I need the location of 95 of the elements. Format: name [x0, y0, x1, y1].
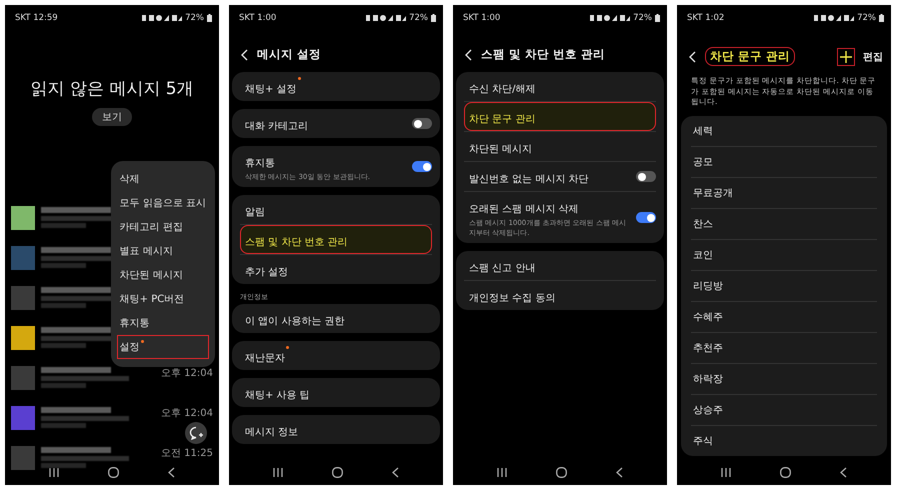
item-label: 스팸 및 차단 번호 관리: [245, 237, 348, 248]
settings-item[interactable]: 알림: [240, 195, 432, 224]
settings-item[interactable]: 추가 설정: [240, 255, 432, 284]
blocked-phrase[interactable]: 찬스: [691, 208, 877, 238]
item-label: 재난문자: [245, 353, 285, 364]
blocked-phrase[interactable]: 하락장: [691, 362, 877, 394]
blocked-phrase[interactable]: 수혜주: [691, 300, 877, 332]
toggle-switch[interactable]: [412, 161, 432, 172]
home-icon[interactable]: [556, 466, 567, 478]
item-label: 차단된 메시지: [469, 144, 532, 155]
item-label: 채팅+ 사용 팁: [245, 390, 310, 401]
item-label: 스팸 신고 안내: [469, 263, 536, 274]
menu-item[interactable]: 카테고리 편집: [116, 215, 209, 239]
menu-item[interactable]: 모두 읽음으로 표시: [116, 191, 209, 215]
settings-item[interactable]: 스팸 및 차단 번호 관리: [240, 225, 432, 254]
item-label: 개인정보 수집 동의: [469, 293, 556, 304]
carrier-time: SKT 1:02: [687, 13, 724, 23]
settings-item[interactable]: 채팅+ 설정: [240, 72, 432, 101]
edit-button[interactable]: 편집: [863, 50, 883, 64]
back-icon[interactable]: [840, 466, 847, 478]
menu-item[interactable]: 설정: [116, 335, 209, 359]
home-icon[interactable]: [780, 466, 791, 478]
menu-item[interactable]: 삭제: [116, 167, 209, 191]
menu-item[interactable]: 채팅+ PC버전: [116, 287, 209, 311]
settings-item[interactable]: 스팸 신고 안내: [464, 251, 656, 280]
settings-item[interactable]: 메시지 정보: [240, 415, 432, 444]
menu-item[interactable]: 별표 메시지: [116, 239, 209, 263]
blocked-phrase[interactable]: 상승주: [691, 394, 877, 424]
toggle-switch[interactable]: [636, 171, 656, 182]
conversation-time: 오후 12:04: [161, 407, 213, 420]
home-icon[interactable]: [332, 466, 343, 478]
compose-button[interactable]: [185, 422, 207, 444]
unread-headline: 읽지 않은 메시지 5개: [29, 78, 195, 100]
item-label: 차단 문구 관리: [469, 114, 536, 125]
toggle-switch[interactable]: [636, 212, 656, 223]
status-icons-drawing: [142, 14, 182, 22]
add-button[interactable]: [837, 48, 855, 66]
back-icon[interactable]: [616, 466, 623, 478]
settings-item[interactable]: 수신 차단/해제: [464, 72, 656, 101]
home-icon[interactable]: [108, 466, 119, 478]
settings-item[interactable]: 차단된 메시지: [464, 132, 656, 161]
item-label: 대화 카테고리: [245, 121, 308, 132]
carrier-time: SKT 1:00: [239, 13, 276, 23]
menu-item[interactable]: 휴지통: [116, 311, 209, 335]
blocked-phrase[interactable]: 리딩방: [691, 270, 877, 300]
back-icon[interactable]: [392, 466, 399, 478]
blocked-phrase[interactable]: 주식: [691, 424, 877, 456]
item-label: 메시지 정보: [245, 427, 298, 438]
battery-level: 72%: [409, 13, 428, 23]
settings-item[interactable]: 개인정보 수집 동의: [464, 281, 656, 310]
settings-item[interactable]: 이 앱이 사용하는 권한: [240, 304, 432, 333]
item-label: 오래된 스팸 메시지 삭제: [469, 204, 579, 215]
menu-item[interactable]: 차단된 메시지: [116, 263, 209, 287]
chat-plus-icon: [189, 426, 203, 440]
blocked-phrase[interactable]: 추천주: [691, 332, 877, 362]
page-title: 차단 문구 관리: [705, 47, 796, 66]
item-label: 이 앱이 사용하는 권한: [245, 316, 345, 327]
battery-level: 72%: [633, 13, 652, 23]
battery-icon: [207, 14, 212, 22]
battery-level: 72%: [857, 13, 876, 23]
item-label: 추가 설정: [245, 267, 288, 278]
recent-apps-icon[interactable]: [273, 468, 284, 476]
status-icons-drawing: [366, 14, 406, 22]
page-title: 스팸 및 차단 번호 관리: [481, 47, 606, 62]
item-label: 수신 차단/해제: [469, 84, 536, 95]
recent-apps-icon[interactable]: [721, 468, 732, 476]
item-label: 알림: [245, 207, 265, 218]
item-label: 발신번호 없는 메시지 차단: [469, 174, 589, 185]
status-icons-drawing: [814, 14, 854, 22]
carrier-time: SKT 1:00: [463, 13, 500, 23]
settings-item[interactable]: 대화 카테고리: [240, 109, 408, 138]
item-label: 채팅+ 설정: [245, 84, 297, 95]
battery-icon: [879, 14, 884, 22]
conversation-time: 오후 12:04: [161, 367, 213, 380]
blocked-phrase[interactable]: 세력: [691, 116, 877, 146]
battery-level: 72%: [185, 13, 204, 23]
back-icon[interactable]: [168, 466, 175, 478]
carrier-time: SKT 12:59: [15, 13, 58, 23]
settings-item[interactable]: 채팅+ 사용 팁: [240, 378, 432, 407]
status-icons-drawing: [590, 14, 630, 22]
settings-item[interactable]: 발신번호 없는 메시지 차단: [464, 162, 632, 191]
recent-apps-icon[interactable]: [49, 468, 60, 476]
blocked-phrase[interactable]: 코인: [691, 238, 877, 270]
settings-item[interactable]: 재난문자: [240, 341, 432, 370]
battery-icon: [431, 14, 436, 22]
battery-icon: [655, 14, 660, 22]
page-title: 메시지 설정: [257, 47, 322, 62]
recent-apps-icon[interactable]: [497, 468, 508, 476]
item-label: 휴지통: [245, 158, 275, 169]
view-button[interactable]: 보기: [92, 108, 132, 126]
settings-item[interactable]: 차단 문구 관리: [464, 102, 656, 131]
toggle-switch[interactable]: [412, 118, 432, 129]
blocked-phrase[interactable]: 무료공개: [691, 176, 877, 208]
conversation-time: 오전 11:25: [161, 447, 213, 460]
blocked-phrase[interactable]: 공모: [691, 146, 877, 176]
